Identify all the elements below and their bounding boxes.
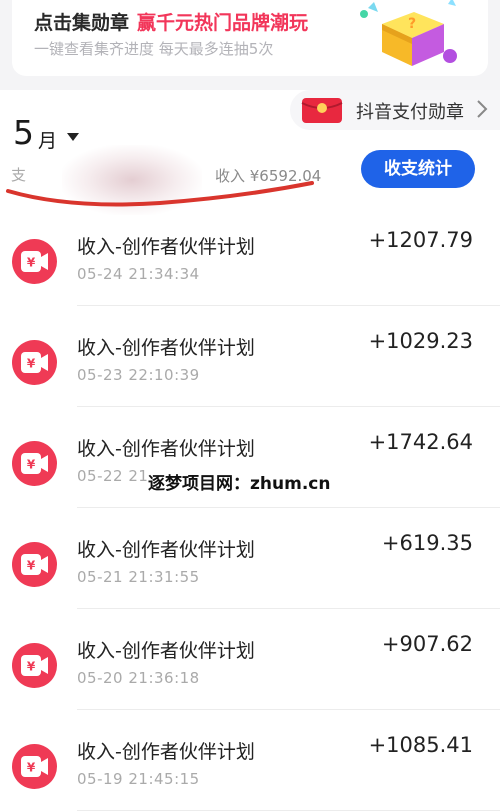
payment-medal-entry[interactable]: 抖音支付勋章	[290, 90, 500, 130]
month-number: 5	[13, 113, 34, 152]
income-video-icon: ¥	[12, 441, 57, 486]
red-envelope-icon	[301, 98, 343, 123]
transaction-time: 05-22 21	[77, 467, 149, 485]
transaction-amount: +1085.41	[368, 733, 473, 757]
svg-text:¥: ¥	[27, 256, 36, 270]
chevron-right-icon	[477, 100, 488, 118]
transaction-amount: +1742.64	[368, 430, 473, 454]
transaction-row[interactable]: ¥ 收入-创作者伙伴计划 05-21 21:31:55 +619.35	[0, 508, 500, 609]
transaction-amount: +1207.79	[368, 228, 473, 252]
transaction-title: 收入-创作者伙伴计划	[77, 539, 255, 561]
transaction-amount: +619.35	[381, 531, 473, 555]
transaction-title: 收入-创作者伙伴计划	[77, 640, 255, 662]
svg-text:¥: ¥	[27, 761, 36, 775]
transaction-title: 收入-创作者伙伴计划	[77, 236, 255, 258]
transaction-title: 收入-创作者伙伴计划	[77, 741, 255, 763]
income-video-icon: ¥	[12, 643, 57, 688]
month-unit: 月	[38, 130, 58, 152]
transaction-row[interactable]: ¥ 收入-创作者伙伴计划 05-20 21:36:18 +907.62	[0, 609, 500, 710]
transaction-amount: +907.62	[381, 632, 473, 656]
gift-box-icon: ?	[360, 0, 457, 66]
income-video-icon: ¥	[12, 744, 57, 789]
transaction-time: 05-19 21:45:15	[77, 770, 200, 788]
top-banner-area: 点击集勋章 赢千元热门品牌潮玩 一键查看集齐进度 每天最多连抽5次 ?	[0, 0, 500, 90]
payment-medal-label: 抖音支付勋章	[356, 102, 464, 123]
transaction-row[interactable]: ¥ 收入-创作者伙伴计划 05-24 21:34:34 +1207.79	[0, 205, 500, 306]
promo-subline: 一键查看集齐进度 每天最多连抽5次	[34, 40, 274, 58]
income-video-icon: ¥	[12, 239, 57, 284]
income-expense-stats-button[interactable]: 收支统计	[361, 150, 475, 188]
transaction-row[interactable]: ¥ 收入-创作者伙伴计划 05-19 21:45:15 +1085.41	[0, 710, 500, 811]
transaction-amount: +1029.23	[368, 329, 473, 353]
svg-text:?: ?	[408, 16, 416, 32]
svg-text:¥: ¥	[27, 458, 36, 472]
transaction-row[interactable]: ¥ 收入-创作者伙伴计划 05-23 22:10:39 +1029.23	[0, 306, 500, 407]
svg-text:¥: ¥	[27, 660, 36, 674]
transaction-time: 05-24 21:34:34	[77, 265, 200, 283]
transaction-time: 05-20 21:36:18	[77, 669, 200, 687]
medal-promo-card[interactable]: 点击集勋章 赢千元热门品牌潮玩 一键查看集齐进度 每天最多连抽5次 ?	[12, 0, 488, 76]
site-watermark: 逐梦项目网：zhum.cn	[148, 474, 331, 494]
svg-text:¥: ¥	[27, 357, 36, 371]
income-video-icon: ¥	[12, 542, 57, 587]
caret-down-icon	[67, 133, 79, 141]
transaction-time: 05-23 22:10:39	[77, 366, 200, 384]
income-video-icon: ¥	[12, 340, 57, 385]
transaction-list: ¥ 收入-创作者伙伴计划 05-24 21:34:34 +1207.79 ¥ 收入-创作者…	[0, 205, 500, 811]
promo-headline: 点击集勋章 赢千元热门品牌潮玩	[34, 12, 309, 34]
transaction-time: 05-21 21:31:55	[77, 568, 200, 586]
transaction-title: 收入-创作者伙伴计划	[77, 438, 255, 460]
transaction-title: 收入-创作者伙伴计划	[77, 337, 255, 359]
svg-text:¥: ¥	[27, 559, 36, 573]
